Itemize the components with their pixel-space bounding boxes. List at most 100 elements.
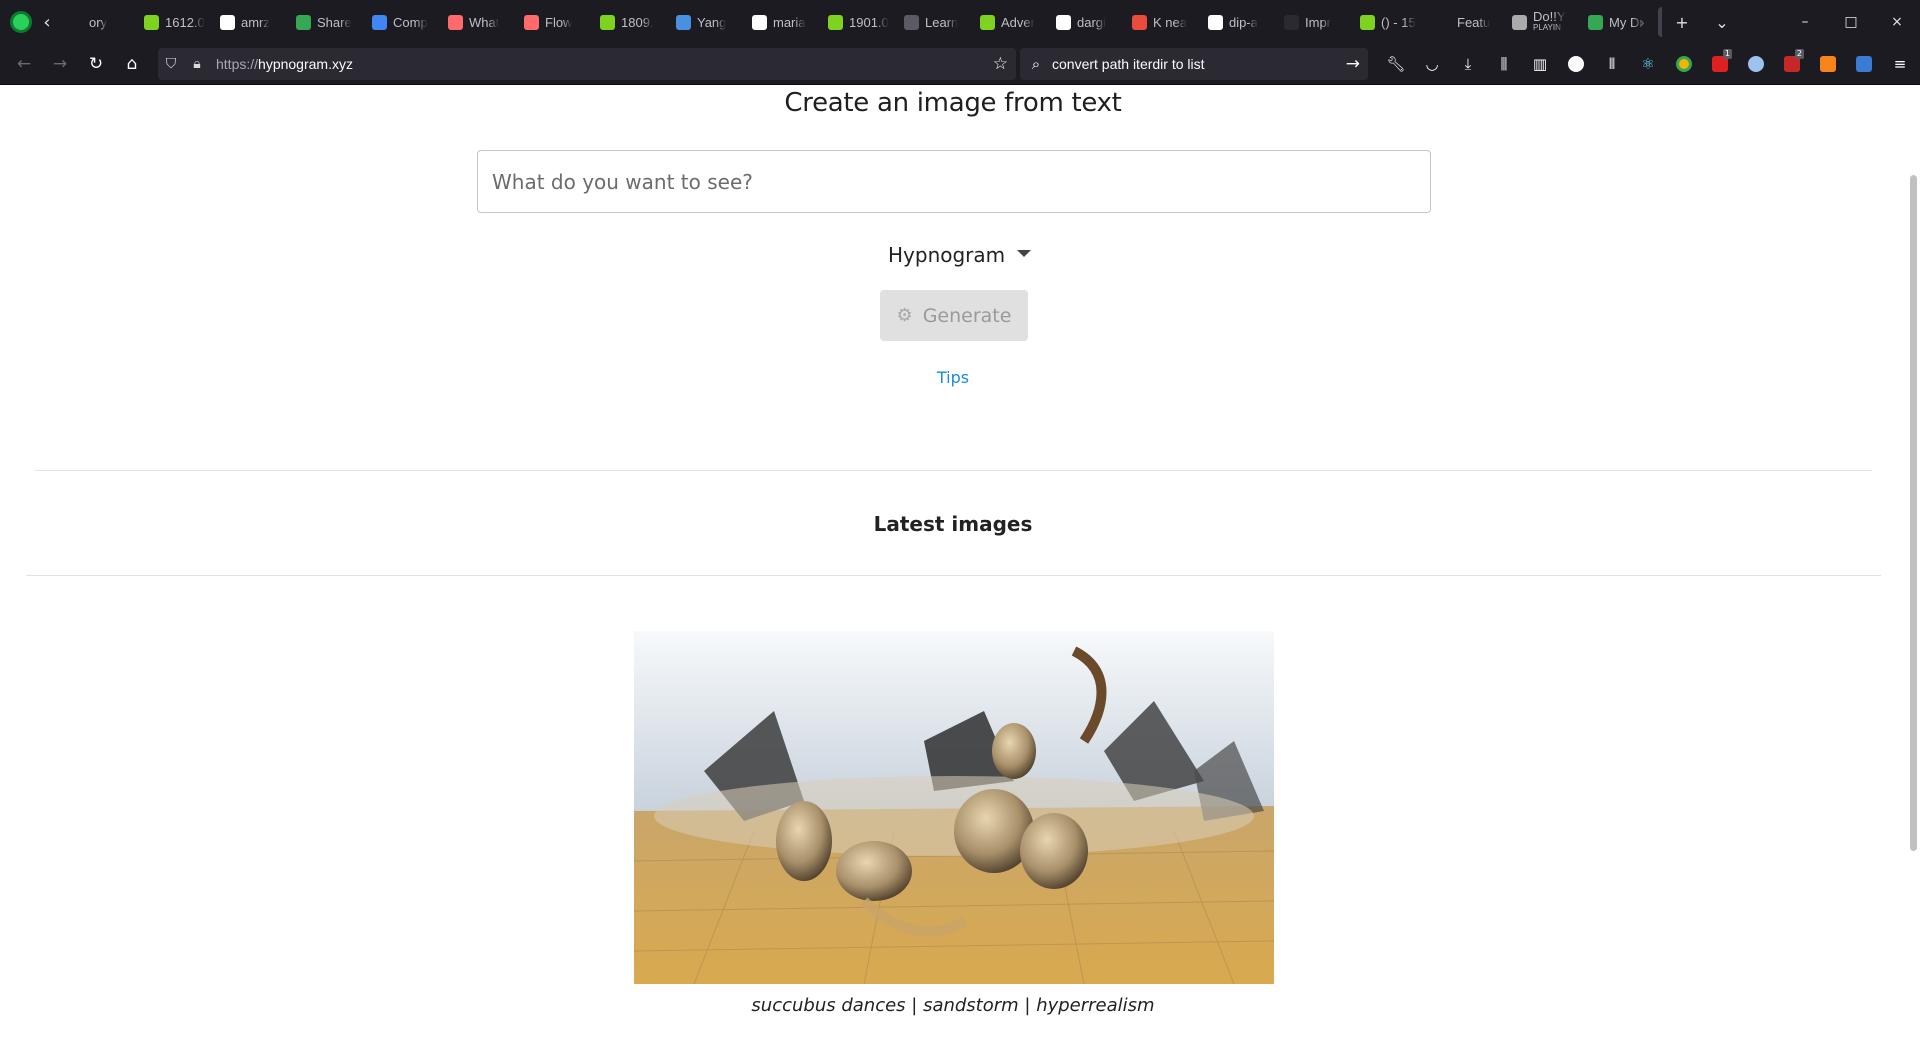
scrollbar-thumb[interactable] — [1910, 175, 1917, 851]
shield-icon[interactable]: ⛉ — [158, 48, 184, 80]
tab[interactable]: Share — [290, 7, 366, 37]
library-icon[interactable]: ⫼ — [1486, 48, 1522, 80]
tab-favicon-icon — [144, 14, 159, 30]
new-tab-button[interactable]: + — [1662, 0, 1702, 44]
download-icon[interactable]: ⤓ — [1450, 48, 1486, 80]
search-go-icon[interactable]: → — [1346, 54, 1360, 74]
shield-extension-icon[interactable]: 1 — [1702, 48, 1738, 80]
react-devtools-icon[interactable]: ⚛ — [1630, 48, 1666, 80]
prompt-input[interactable] — [477, 150, 1431, 213]
tab[interactable]: Learn — [898, 7, 974, 37]
extension-badge: 1 — [1722, 49, 1732, 59]
tab[interactable]: dargi — [1050, 7, 1126, 37]
globe-extension-icon[interactable] — [1738, 48, 1774, 80]
tab[interactable]: amrz — [214, 7, 290, 37]
toolbar-icons: 🔧︎ ◡ ⤓ ⫼ ▥ ⫴ ⚛ 1 2 ≡ — [1378, 48, 1918, 80]
tab[interactable]: maria — [746, 7, 822, 37]
tab[interactable]: Flow — [518, 7, 594, 37]
wrench-icon[interactable]: 🔧︎ — [1378, 48, 1414, 80]
tab-favicon-icon — [448, 14, 463, 30]
navigation-bar: ← → ↻ ⌂ ⛉ 🔒︎ https://hypnogram.xyz ☆ ⌕ c… — [0, 44, 1920, 85]
tab-favicon-icon — [1436, 14, 1451, 30]
tab-label: Flow — [545, 14, 573, 30]
tab[interactable]: 1809. — [594, 7, 670, 37]
list-all-tabs-icon[interactable]: ⌄ — [1702, 0, 1742, 44]
firefox-logo-icon[interactable] — [10, 11, 32, 33]
tab[interactable]: K nea — [1126, 7, 1202, 37]
tab[interactable]: () - 15 — [1354, 7, 1430, 37]
generate-button[interactable]: ⚙ Generate — [880, 290, 1028, 341]
tab[interactable]: Yang — [670, 7, 746, 37]
page-scrollbar[interactable] — [1906, 85, 1920, 1053]
tab[interactable]: What — [442, 7, 518, 37]
clock-extension-icon[interactable] — [1558, 48, 1594, 80]
tab-favicon-icon — [752, 14, 767, 30]
extension-badge: 2 — [1794, 49, 1804, 59]
search-text[interactable]: convert path iterdir to list — [1052, 56, 1205, 72]
tab-favicon-icon — [676, 14, 691, 30]
tab[interactable]: 1612.0 — [138, 7, 214, 37]
tab-label: Featu — [1457, 14, 1491, 30]
equalizer-extension-icon[interactable]: ⫴ — [1594, 48, 1630, 80]
menu-icon[interactable]: ≡ — [1882, 48, 1918, 80]
pocket-icon[interactable]: ◡ — [1414, 48, 1450, 80]
tab-favicon-icon — [296, 14, 311, 30]
tab-label: Impr — [1305, 14, 1331, 30]
reload-button[interactable]: ↻ — [78, 48, 114, 80]
tab[interactable]: ory — [62, 7, 138, 37]
forward-button[interactable]: → — [42, 48, 78, 80]
tab-favicon-icon — [828, 14, 843, 30]
tab-favicon-icon — [904, 14, 919, 30]
tab-label: dargi — [1077, 14, 1106, 30]
page-title: Create an image from text — [784, 88, 1122, 118]
maximize-button[interactable]: □ — [1828, 0, 1874, 44]
home-button[interactable]: ⌂ — [114, 48, 150, 80]
tab-favicon-icon — [68, 14, 83, 30]
tab[interactable]: Impr — [1278, 7, 1354, 37]
lock-icon[interactable]: 🔒︎ — [184, 48, 210, 80]
tab-scroll-left-icon[interactable]: ‹ — [32, 7, 62, 37]
sidebar-icon[interactable]: ▥ — [1522, 48, 1558, 80]
divider — [35, 470, 1872, 471]
tab-label: maria — [773, 14, 806, 30]
url-host: hypnogram.xyz — [258, 56, 353, 72]
tab-favicon-icon — [1360, 14, 1375, 30]
tab-label: K nea — [1153, 14, 1187, 30]
tab-favicon-icon — [1512, 14, 1527, 30]
minimize-button[interactable]: – — [1782, 0, 1828, 44]
tab-strip: ‹ ory 1612.0 amrz Share Comp What Flow 1809. Yan… — [0, 0, 1920, 44]
search-bar[interactable]: ⌕ convert path iterdir to list → — [1020, 48, 1368, 80]
tab-label-subtitle: PLAYIN — [1533, 23, 1561, 32]
url-text[interactable]: https://hypnogram.xyz — [216, 56, 353, 72]
close-window-button[interactable]: × — [1874, 0, 1920, 44]
tab-label: Learn — [925, 14, 959, 30]
tab-label: 1901.0 — [849, 14, 889, 30]
metamask-icon[interactable] — [1810, 48, 1846, 80]
tab-label-title: Do!!Y — [1533, 11, 1566, 24]
url-bar[interactable]: ⛉ 🔒︎ https://hypnogram.xyz ☆ — [158, 48, 1016, 80]
container-extension-icon[interactable] — [1846, 48, 1882, 80]
mail-extension-icon[interactable]: 2 — [1774, 48, 1810, 80]
tab-favicon-icon — [524, 14, 539, 30]
bookmark-star-icon[interactable]: ☆ — [993, 48, 1008, 80]
model-select[interactable]: Hypnogram — [888, 237, 1032, 273]
tab-favicon-icon — [1284, 14, 1299, 30]
url-protocol: https:// — [216, 56, 259, 72]
tab-label: Adver — [1001, 14, 1035, 30]
chrome-extension-icon[interactable] — [1666, 48, 1702, 80]
tab-label: dip-a — [1229, 14, 1258, 30]
tab-label: What — [469, 14, 500, 30]
latest-image[interactable] — [634, 631, 1274, 984]
tips-link[interactable]: Tips — [0, 368, 1906, 387]
tab[interactable]: Featu — [1430, 7, 1506, 37]
tab[interactable]: dip-a — [1202, 7, 1278, 37]
tab-scroll-right-icon[interactable]: › — [1622, 0, 1662, 44]
tab-list: ory 1612.0 amrz Share Comp What Flow 1809. Yang m… — [62, 0, 1662, 44]
tab-label: amrz — [241, 14, 270, 30]
tab[interactable]: Do!!Y PLAYIN — [1506, 7, 1582, 37]
back-button[interactable]: ← — [6, 48, 42, 80]
search-icon: ⌕ — [1031, 55, 1041, 73]
tab[interactable]: Adver — [974, 7, 1050, 37]
tab[interactable]: 1901.0 — [822, 7, 898, 37]
tab[interactable]: Comp — [366, 7, 442, 37]
